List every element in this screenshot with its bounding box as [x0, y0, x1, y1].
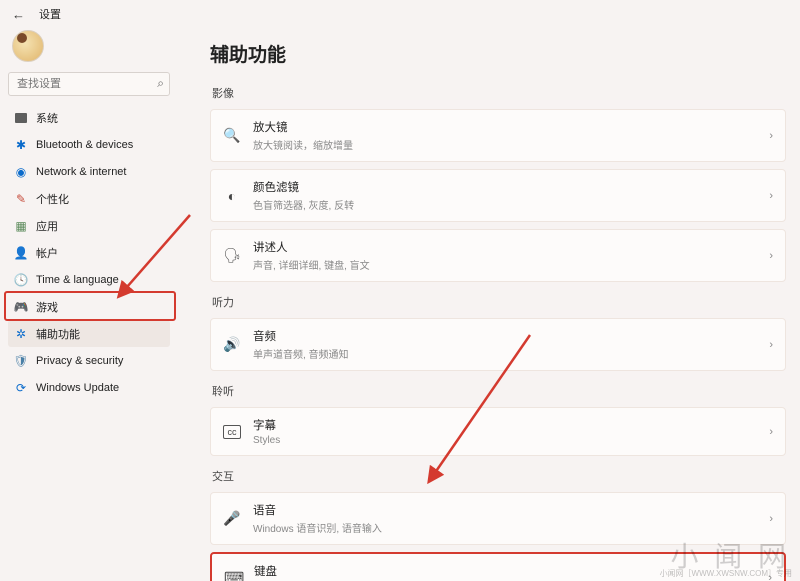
tile-title: 颜色滤镜 — [253, 179, 354, 195]
chevron-right-icon: › — [769, 426, 773, 438]
sidebar-item-gaming[interactable]: 🎮 游戏 — [8, 293, 170, 320]
sidebar-item-update[interactable]: ⟳ Windows Update — [8, 374, 170, 401]
wifi-icon: ◉ — [14, 165, 28, 179]
search-input[interactable] — [8, 72, 170, 96]
tile-subtitle: Windows 语音识别, 语音输入 — [253, 520, 382, 535]
accessibility-icon: ✲ — [14, 327, 28, 341]
sidebar-item-label: 帐户 — [36, 245, 58, 261]
tile-title: 语音 — [253, 502, 382, 518]
sidebar-item-label: 个性化 — [36, 191, 69, 207]
page-title: 辅助功能 — [210, 40, 786, 67]
person-icon: 👤 — [14, 246, 28, 260]
tile-subtitle: 放大镜阅读，缩放增量 — [253, 137, 353, 152]
tile-keyboard[interactable]: ⌨ 键盘Sticky, Filter, and Toggle keys, on-… — [210, 552, 786, 581]
color-filter-icon: ◐ — [223, 188, 241, 204]
tile-title: 音频 — [253, 328, 349, 344]
tile-narrator[interactable]: 🗣 讲述人声音, 详细详细, 键盘, 盲文 › — [210, 229, 786, 282]
clock-icon: 🕓 — [14, 273, 28, 287]
sidebar-item-label: 应用 — [36, 218, 58, 234]
section-interaction-label: 交互 — [212, 468, 786, 484]
tile-captions[interactable]: cc 字幕 Styles › — [210, 407, 786, 456]
gaming-icon: 🎮 — [14, 300, 28, 314]
system-icon — [14, 111, 28, 125]
tile-speech[interactable]: 🎤 语音 Windows 语音识别, 语音输入 › — [210, 492, 786, 545]
chevron-right-icon: › — [769, 190, 773, 202]
tile-title: 放大镜 — [253, 119, 353, 135]
bluetooth-icon: ✱ — [14, 138, 28, 152]
sidebar-item-label: 系统 — [36, 110, 58, 126]
tile-color-filters[interactable]: ◐ 颜色滤镜色盲筛选器, 灰度, 反转 › — [210, 169, 786, 222]
sidebar-item-accessibility[interactable]: ✲ 辅助功能 — [8, 320, 170, 347]
sidebar-item-label: 辅助功能 — [36, 326, 80, 342]
section-captions-label: 聆听 — [212, 383, 786, 399]
keyboard-icon: ⌨ — [224, 569, 242, 581]
sidebar-item-label: Windows Update — [36, 382, 119, 394]
tile-subtitle: 声音, 详细详细, 键盘, 盲文 — [253, 257, 370, 272]
tile-subtitle: 单声道音频, 音频通知 — [253, 346, 349, 361]
section-vision-label: 影像 — [212, 85, 786, 101]
shield-icon: 🛡 — [14, 354, 28, 368]
section-hearing-label: 听力 — [212, 294, 786, 310]
sidebar-item-privacy[interactable]: 🛡 Privacy & security — [8, 347, 170, 374]
sidebar-item-label: Privacy & security — [36, 355, 123, 367]
chevron-right-icon: › — [769, 250, 773, 262]
tile-magnifier[interactable]: 🔍 放大镜放大镜阅读，缩放增量 › — [210, 109, 786, 162]
sidebar-item-label: Bluetooth & devices — [36, 139, 133, 151]
tile-title: 字幕 — [253, 417, 280, 433]
narrator-icon: 🗣 — [223, 247, 241, 264]
sidebar-item-label: Time & language — [36, 274, 119, 286]
magnifier-icon: 🔍 — [223, 127, 241, 144]
tile-subtitle: Styles — [253, 435, 280, 446]
chevron-right-icon: › — [769, 513, 773, 525]
tile-audio[interactable]: 🔊 音频单声道音频, 音频通知 › — [210, 318, 786, 371]
chevron-right-icon: › — [769, 130, 773, 142]
sidebar-item-system[interactable]: 系统 — [8, 104, 170, 131]
sidebar-item-accounts[interactable]: 👤 帐户 — [8, 239, 170, 266]
sidebar-item-label: Network & internet — [36, 166, 126, 178]
tile-subtitle: 色盲筛选器, 灰度, 反转 — [253, 197, 354, 212]
sidebar-item-label: 游戏 — [36, 299, 58, 315]
app-title: 设置 — [39, 6, 61, 22]
tile-title: 讲述人 — [253, 239, 370, 255]
cc-icon: cc — [223, 425, 241, 439]
chevron-right-icon: › — [768, 572, 772, 581]
apps-icon: ▦ — [14, 219, 28, 233]
sidebar-item-bluetooth[interactable]: ✱ Bluetooth & devices — [8, 131, 170, 158]
avatar[interactable] — [12, 30, 44, 62]
audio-icon: 🔊 — [223, 336, 241, 353]
brush-icon: ✎ — [14, 192, 28, 206]
sidebar-item-apps[interactable]: ▦ 应用 — [8, 212, 170, 239]
back-button[interactable]: ← — [12, 7, 25, 22]
tile-title: 键盘 — [254, 563, 479, 579]
update-icon: ⟳ — [14, 381, 28, 395]
sidebar-item-personalization[interactable]: ✎ 个性化 — [8, 185, 170, 212]
sidebar-item-time[interactable]: 🕓 Time & language — [8, 266, 170, 293]
mic-icon: 🎤 — [223, 510, 241, 527]
chevron-right-icon: › — [769, 339, 773, 351]
sidebar-item-network[interactable]: ◉ Network & internet — [8, 158, 170, 185]
